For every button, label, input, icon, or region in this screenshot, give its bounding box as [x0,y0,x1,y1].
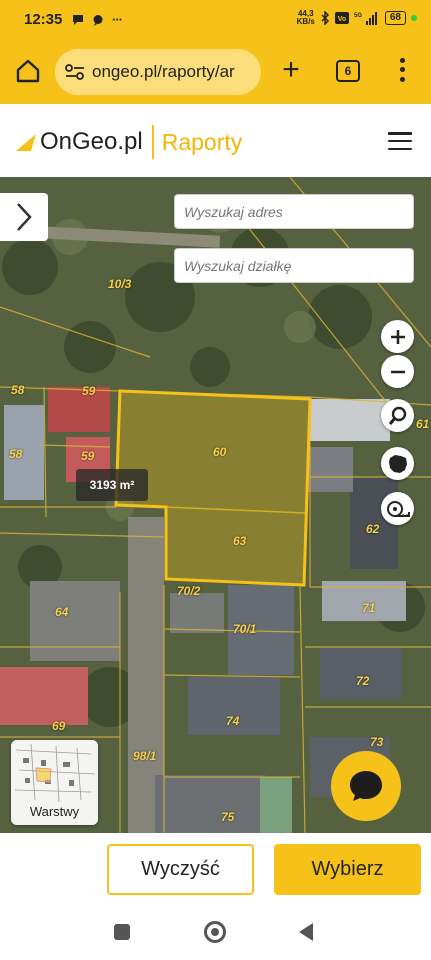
browser-menu-icon[interactable] [394,56,410,84]
parcel-label: 62 [366,522,380,536]
browser-toolbar: ongeo.pl/raporty/ar + 6 [0,38,431,104]
more-notifications-icon: ··· [112,12,123,27]
tab-switcher-button[interactable]: 6 [336,60,360,82]
magnifier-icon [388,406,406,425]
zoom-in-button[interactable] [381,320,414,353]
choose-button[interactable]: Wybierz [274,844,421,895]
parcel-label: 70/1 [233,622,257,636]
hamburger-menu-icon[interactable] [388,132,412,150]
measure-button[interactable] [381,492,414,525]
parcel-label: 75 [221,810,235,824]
message-icon [73,14,83,25]
parcel-label: 74 [226,714,240,728]
chat-bubble-icon [93,14,103,26]
home-nav-icon[interactable] [204,921,226,943]
logo-triangle-icon [16,134,36,151]
brand-name: OnGeo.pl [40,128,143,155]
plus-icon [390,329,405,344]
volte-icon: Vo [334,12,349,24]
section-name: Raporty [161,128,243,155]
site-header: OnGeo.pl Raporty [0,104,431,177]
bluetooth-icon [321,11,329,25]
parcel-label: 58 [9,447,23,461]
new-tab-icon[interactable]: + [279,55,303,85]
search-map-button[interactable] [381,399,414,432]
action-bar: Wyczyść Wybierz [0,833,431,907]
parcel-label: 98/1 [133,749,157,763]
parcel-label: 59 [82,384,96,398]
parcel-label: 61 [416,417,430,431]
map-view[interactable]: 10/3 58 59 58 59 60 63 70/2 70/1 64 71 6… [0,177,431,833]
recent-apps-icon[interactable] [114,924,130,940]
search-address-input[interactable] [174,194,414,229]
net-speed: 44,3 KB/s [296,9,315,26]
svg-text:Vo: Vo [338,16,346,23]
parcel-label: 69 [52,719,66,733]
parcel-label: 64 [55,605,69,619]
expand-panel-button[interactable] [0,193,48,241]
minus-icon [390,370,405,373]
chevron-right-icon [17,203,32,231]
site-logo[interactable]: OnGeo.pl Raporty [16,125,242,159]
url-text: ongeo.pl/raporty/ar [92,62,235,81]
system-nav-bar [0,907,431,960]
logo-divider [151,125,154,159]
layers-button[interactable]: Warstwy [11,740,98,825]
parcel-label: 72 [356,674,370,688]
clear-button[interactable]: Wyczyść [107,844,254,895]
measuring-tape-icon [386,500,410,517]
zoom-out-button[interactable] [381,355,414,388]
privacy-dot-icon [411,15,417,21]
parcel-label: 71 [362,601,376,615]
parcel-label: 73 [370,735,384,749]
parcel-label: 58 [11,383,25,397]
layers-label: Warstwy [29,804,80,819]
battery-indicator: 68 [384,11,406,25]
area-measurement-badge: 3193 m² [76,469,148,501]
parcel-label: 10/3 [108,277,132,291]
site-settings-icon[interactable] [65,63,85,81]
parcel-label: 63 [233,534,247,548]
signal-icon: 5G [354,12,377,25]
parcel-label: 60 [213,445,227,459]
status-time: 12:35 [24,11,63,28]
search-parcel-input[interactable] [174,248,414,283]
poland-map-icon [388,454,407,473]
svg-text:5G: 5G [354,13,362,19]
address-bar[interactable]: ongeo.pl/raporty/ar [55,49,261,95]
status-bar: 12:35 ··· 44,3 KB/s Vo 5G 68 [0,0,431,38]
chat-bubble-icon [350,771,382,801]
home-icon[interactable] [14,57,42,85]
region-select-button[interactable] [381,447,414,480]
back-nav-icon[interactable] [299,923,313,941]
chat-support-button[interactable] [331,751,401,821]
notification-icons: ··· [72,12,123,27]
system-indicators: 44,3 KB/s Vo 5G 68 [297,10,417,26]
parcel-label: 70/2 [177,584,201,598]
parcel-label: 59 [81,449,95,463]
